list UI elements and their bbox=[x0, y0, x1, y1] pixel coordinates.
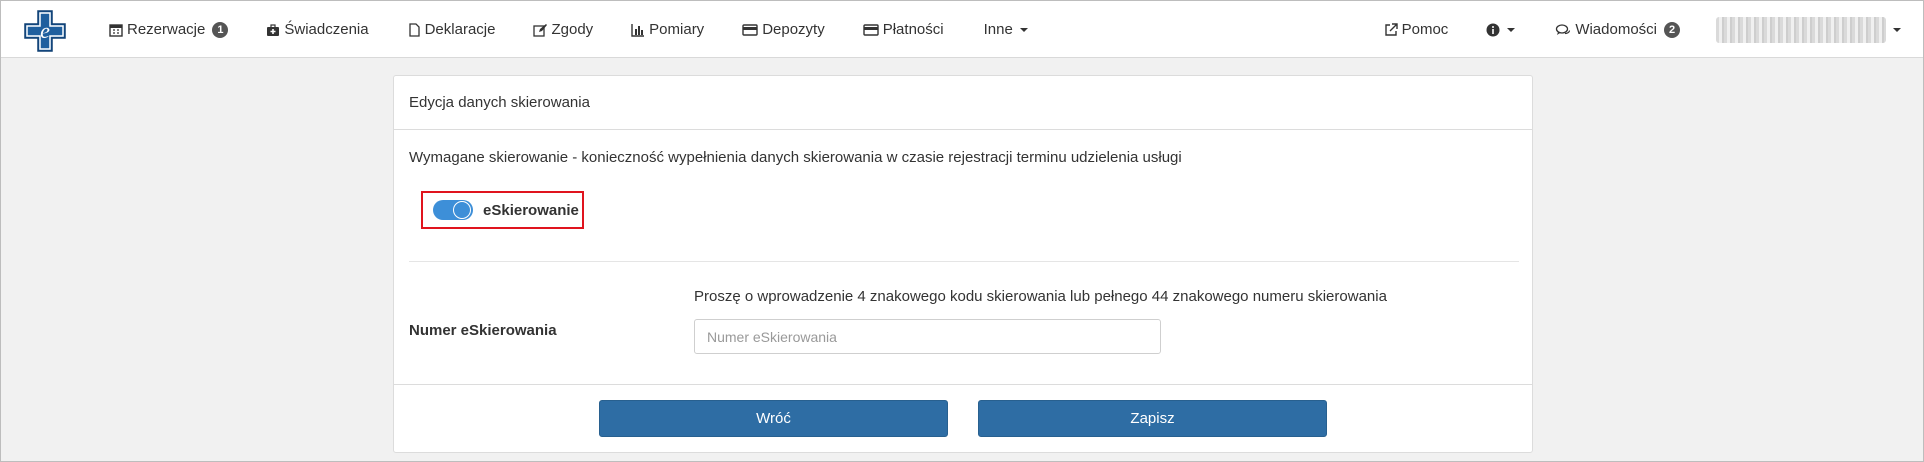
nav-deklaracje[interactable]: Deklaracje bbox=[407, 21, 496, 38]
eskierowanie-switch-group: eSkierowanie bbox=[421, 191, 584, 229]
section-divider bbox=[409, 261, 1519, 262]
top-navbar: e Rezerwacje 1 Świadczenia Deklaracje Zg… bbox=[1, 1, 1923, 58]
nav-main-menu: Rezerwacje 1 Świadczenia Deklaracje Zgod… bbox=[109, 1, 1028, 58]
nav-user-menu: Pomoc Wiadomości 2 bbox=[1384, 1, 1923, 58]
save-button[interactable]: Zapisz bbox=[978, 400, 1327, 437]
medkit-icon bbox=[267, 23, 280, 36]
wiadomosci-badge: 2 bbox=[1664, 21, 1680, 38]
panel-footer-divider bbox=[394, 384, 1532, 385]
nav-inne-dropdown[interactable]: Inne bbox=[984, 21, 1028, 38]
eskierowanie-number-help: Proszę o wprowadzenie 4 znakowego kodu s… bbox=[694, 288, 1387, 305]
nav-swiadczenia[interactable]: Świadczenia bbox=[266, 21, 369, 38]
nav-platnosci-label: Płatności bbox=[882, 21, 944, 38]
calendar-icon bbox=[109, 23, 123, 37]
nav-pomiary-label: Pomiary bbox=[649, 21, 705, 38]
comments-icon bbox=[1556, 23, 1571, 35]
eskierowanie-number-input[interactable] bbox=[694, 319, 1161, 354]
eskierowanie-toggle-label: eSkierowanie bbox=[483, 201, 579, 219]
logo-icon: e bbox=[24, 10, 66, 52]
nav-depozyty[interactable]: Depozyty bbox=[742, 21, 825, 38]
info-icon bbox=[1486, 23, 1500, 36]
eskierowanie-toggle[interactable] bbox=[433, 200, 473, 220]
caret-down-icon bbox=[1893, 27, 1901, 32]
referral-edit-panel: Edycja danych skierowania Wymagane skier… bbox=[393, 75, 1533, 453]
bar-chart-icon bbox=[631, 23, 645, 37]
nav-platnosci[interactable]: Płatności bbox=[863, 21, 944, 38]
edit-icon bbox=[533, 23, 548, 37]
nav-deklaracje-label: Deklaracje bbox=[424, 21, 496, 38]
nav-info-dropdown[interactable] bbox=[1486, 23, 1516, 37]
panel-title: Edycja danych skierowania bbox=[409, 94, 590, 111]
nav-rezerwacje[interactable]: Rezerwacje 1 bbox=[109, 21, 229, 38]
caret-down-icon bbox=[1019, 27, 1028, 32]
panel-heading: Edycja danych skierowania bbox=[394, 76, 1532, 130]
nav-rezerwacje-label: Rezerwacje bbox=[127, 21, 206, 38]
file-icon bbox=[408, 22, 420, 37]
referral-required-info: Wymagane skierowanie - konieczność wypeł… bbox=[409, 149, 1182, 166]
nav-zgody-label: Zgody bbox=[551, 21, 594, 38]
card-icon bbox=[742, 23, 758, 36]
credit-card-icon bbox=[863, 23, 879, 36]
nav-pomoc-label: Pomoc bbox=[1401, 21, 1449, 38]
nav-zgody[interactable]: Zgody bbox=[533, 21, 593, 38]
svg-text:e: e bbox=[40, 18, 50, 43]
caret-down-icon bbox=[1507, 27, 1516, 32]
nav-wiadomosci[interactable]: Wiadomości 2 bbox=[1555, 21, 1680, 38]
nav-inne-label: Inne bbox=[983, 21, 1013, 38]
nav-wiadomosci-label: Wiadomości bbox=[1575, 21, 1657, 38]
eskierowanie-number-label: Numer eSkierowania bbox=[409, 322, 557, 339]
app-logo[interactable]: e bbox=[23, 9, 67, 53]
nav-depozyty-label: Depozyty bbox=[762, 21, 825, 38]
back-button[interactable]: Wróć bbox=[599, 400, 948, 437]
nav-swiadczenia-label: Świadczenia bbox=[284, 21, 369, 38]
user-account-dropdown[interactable] bbox=[1716, 16, 1901, 43]
nav-pomoc[interactable]: Pomoc bbox=[1384, 21, 1449, 38]
nav-pomiary[interactable]: Pomiary bbox=[631, 21, 704, 38]
user-name-redacted bbox=[1716, 16, 1886, 43]
rezerwacje-badge: 1 bbox=[212, 21, 229, 38]
external-link-icon bbox=[1384, 22, 1398, 36]
toggle-knob bbox=[453, 201, 471, 219]
